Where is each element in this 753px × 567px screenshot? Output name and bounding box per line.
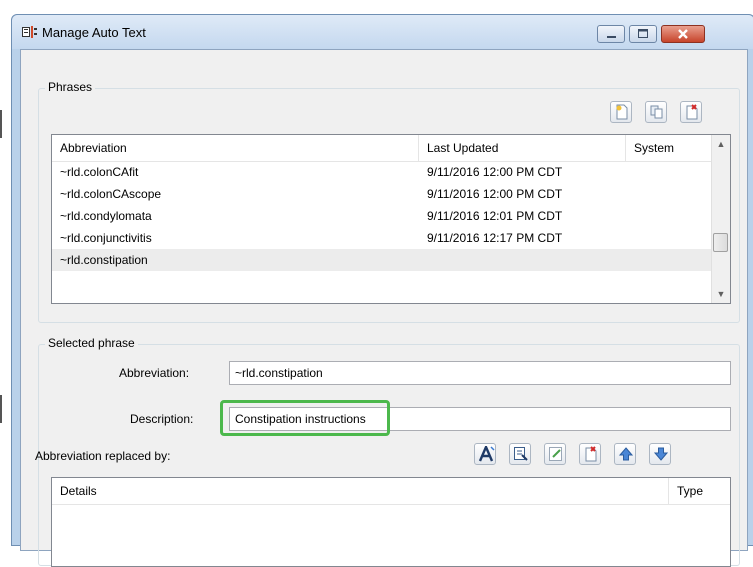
- table-row[interactable]: ~rld.condylomata 9/11/2016 12:01 PM CDT: [52, 205, 712, 227]
- last-updated-cell: 9/11/2016 12:01 PM CDT: [427, 209, 563, 223]
- table-row[interactable]: ~rld.colonCAfit 9/11/2016 12:00 PM CDT: [52, 161, 712, 183]
- selected-phrase-group-label: Selected phrase: [45, 336, 138, 350]
- minimize-icon: [607, 36, 616, 38]
- copy-phrase-button[interactable]: [645, 101, 667, 123]
- description-highlight-box: [220, 400, 390, 436]
- abbreviation-field[interactable]: ~rld.constipation: [229, 361, 731, 385]
- background-edge-mark: [0, 110, 2, 138]
- abbreviation-cell: ~rld.condylomata: [60, 209, 152, 223]
- manage-auto-text-window: Manage Auto Text Phrases Abbreviation La…: [11, 14, 753, 567]
- column-header-type[interactable]: Type: [669, 478, 730, 504]
- app-icon: [22, 26, 37, 38]
- close-button[interactable]: [661, 25, 705, 43]
- text-format-icon: [478, 446, 495, 462]
- phrases-group-label: Phrases: [45, 80, 96, 94]
- phrases-list-header: Abbreviation Last Updated System: [52, 135, 714, 162]
- maximize-button[interactable]: [629, 25, 657, 43]
- selected-phrase-group: Selected phrase Abbreviation: ~rld.const…: [35, 336, 740, 567]
- last-updated-cell: 9/11/2016 12:00 PM CDT: [427, 165, 563, 179]
- phrases-group: Phrases Abbreviation Last Updated System…: [38, 80, 740, 323]
- details-list[interactable]: Details Type: [51, 477, 731, 567]
- abbreviation-label: Abbreviation:: [119, 366, 190, 380]
- column-header-last-updated[interactable]: Last Updated: [419, 135, 626, 161]
- arrow-up-icon: [618, 447, 634, 461]
- maximize-icon: [638, 29, 648, 38]
- abbreviation-cell: ~rld.colonCAscope: [60, 187, 162, 201]
- arrow-down-icon: [653, 447, 669, 461]
- phrases-list[interactable]: Abbreviation Last Updated System ~rld.co…: [51, 134, 731, 304]
- new-document-icon: [616, 104, 628, 120]
- delete-document-icon: [686, 104, 698, 120]
- scroll-up-arrow-icon[interactable]: ▲: [712, 135, 730, 153]
- abbreviation-cell: ~rld.conjunctivitis: [60, 231, 152, 245]
- replaced-by-label: Abbreviation replaced by:: [35, 449, 171, 463]
- edit-detail-button[interactable]: [544, 443, 566, 465]
- new-phrase-button[interactable]: [610, 101, 632, 123]
- edit-document-icon: [549, 447, 562, 461]
- insert-field-icon: [514, 447, 528, 461]
- delete-detail-button[interactable]: [579, 443, 601, 465]
- abbreviation-cell: ~rld.constipation: [60, 253, 148, 267]
- scrollbar-thumb[interactable]: [713, 233, 728, 252]
- details-list-header: Details Type: [52, 478, 730, 505]
- minimize-button[interactable]: [597, 25, 625, 43]
- dialog-body: Phrases Abbreviation Last Updated System…: [20, 49, 748, 567]
- background-edge-mark: [0, 395, 2, 423]
- copy-document-icon: [650, 105, 663, 119]
- close-icon: [678, 29, 688, 39]
- column-header-abbreviation[interactable]: Abbreviation: [52, 135, 419, 161]
- column-header-system[interactable]: System: [626, 135, 714, 161]
- last-updated-cell: 9/11/2016 12:17 PM CDT: [427, 231, 563, 245]
- description-label: Description:: [130, 412, 194, 426]
- scroll-down-arrow-icon[interactable]: ▼: [712, 285, 730, 303]
- table-row[interactable]: ~rld.colonCAscope 9/11/2016 12:00 PM CDT: [52, 183, 712, 205]
- abbreviation-cell: ~rld.colonCAfit: [60, 165, 139, 179]
- delete-phrase-button[interactable]: [680, 101, 702, 123]
- table-row[interactable]: ~rld.conjunctivitis 9/11/2016 12:17 PM CD…: [52, 227, 712, 249]
- phrases-list-scrollbar[interactable]: ▲ ▼: [711, 135, 730, 303]
- move-up-button[interactable]: [614, 443, 636, 465]
- window-title: Manage Auto Text: [42, 25, 146, 40]
- column-header-details[interactable]: Details: [52, 478, 669, 504]
- delete-document-icon: [585, 446, 597, 462]
- last-updated-cell: 9/11/2016 12:00 PM CDT: [427, 187, 563, 201]
- format-text-button[interactable]: [474, 443, 496, 465]
- table-row[interactable]: ~rld.constipation: [52, 249, 712, 271]
- title-bar[interactable]: Manage Auto Text: [12, 15, 753, 49]
- move-down-button[interactable]: [649, 443, 671, 465]
- insert-field-button[interactable]: [509, 443, 531, 465]
